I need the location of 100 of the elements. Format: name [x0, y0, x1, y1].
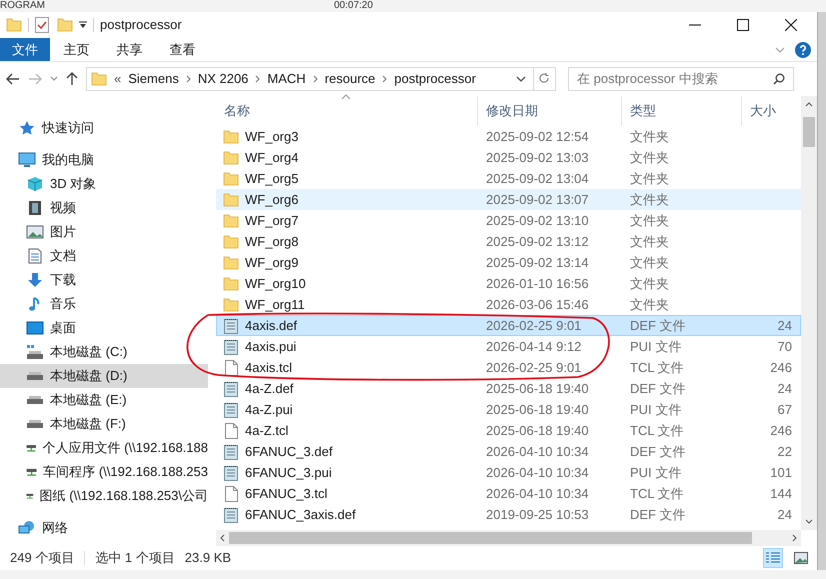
back-arrow-icon[interactable]	[6, 73, 20, 85]
scrollbar-thumb[interactable]	[803, 117, 815, 147]
file-name: WF_org6	[245, 190, 298, 209]
file-size: 101	[769, 464, 793, 482]
modified-date: 2025-09-02 13:14	[485, 254, 590, 272]
sidebar-item[interactable]: 音乐	[0, 292, 208, 316]
sidebar-item[interactable]: 网络	[0, 516, 208, 540]
sidebar-item[interactable]: 个人应用文件 (\\192.168.188	[0, 436, 208, 460]
column-header[interactable]: 大小	[742, 96, 796, 126]
ribbon-tab[interactable]: 查看	[156, 38, 209, 61]
file-type: DEF 文件	[629, 442, 687, 461]
sidebar-item[interactable]: 快速访问	[0, 116, 208, 140]
ribbon-tab[interactable]: 主页	[50, 38, 103, 61]
file-name: 6FANUC_3.pui	[245, 464, 332, 482]
chevron-right-icon[interactable]	[312, 75, 318, 83]
checklist-icon[interactable]	[35, 17, 49, 33]
scroll-right-icon[interactable]	[792, 534, 797, 542]
breadcrumb-link[interactable]: postprocessor	[394, 69, 476, 89]
breadcrumb-link[interactable]: MACH	[267, 69, 306, 89]
sidebar-item[interactable]: 图纸 (\\192.168.188.253\公司	[0, 484, 208, 508]
file-name: 6FANUC_3.tcl	[245, 484, 328, 503]
file-row[interactable]: 6FANUC_3.tcl 2026-04-10 10:34 TCL 文件 144	[216, 483, 801, 504]
sidebar-item[interactable]: 视频	[0, 196, 208, 220]
file-type: PUI 文件	[629, 400, 682, 419]
up-arrow-icon[interactable]	[66, 72, 78, 86]
address-bar[interactable]: « Siemens NX 2206 MACH resource postprocessor	[86, 67, 556, 91]
modified-date: 2026-04-14 9:12	[485, 338, 582, 356]
search-input[interactable]: 在 postprocessor 中搜索	[577, 69, 773, 89]
chevron-right-icon[interactable]	[255, 75, 260, 83]
sidebar-item[interactable]: 本地磁盘 (E:)	[0, 388, 208, 412]
file-name: WF_org7	[245, 212, 298, 230]
breadcrumb-link[interactable]: NX 2206	[198, 69, 248, 89]
file-row[interactable]: 4axis.def 2026-02-25 9:01 DEF 文件 24	[216, 315, 801, 336]
ribbon-tab[interactable]: 共享	[103, 38, 156, 61]
file-row[interactable]: WF_org8 2025-09-02 13:12 文件夹	[216, 231, 801, 252]
file-row[interactable]: 4a-Z.tcl 2025-06-18 19:40 TCL 文件 246	[216, 420, 801, 441]
file-row[interactable]: 6FANUC_3.def 2026-04-10 10:34 DEF 文件 22	[216, 441, 801, 462]
horizontal-scrollbar[interactable]	[216, 530, 801, 546]
file-row[interactable]: 4axis.tcl 2026-02-25 9:01 TCL 文件 246	[216, 357, 801, 378]
details-list-icon	[766, 552, 780, 564]
file-row[interactable]: WF_org9 2025-09-02 13:14 文件夹	[216, 252, 801, 273]
file-row[interactable]: 6FANUC_3.pui 2026-04-10 10:34 PUI 文件 101	[216, 462, 801, 483]
file-name: 4a-Z.def	[245, 380, 294, 398]
sidebar-item[interactable]: 桌面	[0, 316, 208, 340]
help-icon[interactable]	[795, 42, 811, 58]
dropdown-arrow-icon[interactable]	[79, 21, 87, 29]
file-row[interactable]: 6FANUC_3axis.def 2019-09-25 10:53 DEF 文件 24	[216, 504, 801, 525]
breadcrumb-link[interactable]: Siemens	[128, 69, 179, 89]
file-size: 24	[776, 506, 793, 524]
sidebar-item[interactable]: 图片	[0, 220, 208, 244]
column-header[interactable]: 修改日期	[478, 96, 622, 126]
file-row[interactable]: WF_org10 2026-01-10 16:56 文件夹	[216, 273, 801, 294]
file-type: 文件夹	[629, 232, 670, 251]
file-type: TCL 文件	[629, 422, 685, 440]
overflow-chevron[interactable]: «	[114, 69, 122, 89]
sidebar-item[interactable]: 文档	[0, 244, 208, 268]
scrollbar-thumb[interactable]	[229, 532, 752, 544]
sidebar-item[interactable]: 3D 对象	[0, 172, 208, 196]
file-name: WF_org10	[245, 274, 306, 293]
file-size: 67	[776, 400, 793, 419]
status-size: 23.9 KB	[184, 549, 232, 568]
sidebar-item[interactable]: 车间程序 (\\192.168.188.253	[0, 460, 208, 484]
sidebar-item[interactable]: 本地磁盘 (F:)	[0, 412, 208, 436]
file-name: WF_org4	[245, 148, 298, 167]
file-row[interactable]: WF_org5 2025-09-02 13:04 文件夹	[216, 168, 801, 189]
chevron-down-icon[interactable]	[516, 76, 526, 82]
file-row[interactable]: 4a-Z.pui 2025-06-18 19:40 PUI 文件 67	[216, 399, 801, 420]
scroll-down-icon[interactable]	[805, 519, 813, 524]
column-header[interactable]: 类型	[622, 96, 742, 126]
scroll-left-icon[interactable]	[220, 534, 225, 542]
chevron-down-icon[interactable]	[50, 76, 58, 82]
close-icon[interactable]	[785, 19, 797, 31]
vertical-scrollbar[interactable]	[801, 96, 817, 530]
scroll-up-icon[interactable]	[805, 102, 813, 107]
chevron-right-icon[interactable]	[186, 75, 191, 83]
sidebar-item[interactable]: 我的电脑	[0, 148, 208, 172]
column-header[interactable]: 名称	[216, 96, 478, 126]
sidebar-item[interactable]: 本地磁盘 (C:)	[0, 340, 208, 364]
file-type: DEF 文件	[629, 316, 687, 335]
file-row[interactable]: WF_org6 2025-09-02 13:07 文件夹	[216, 189, 801, 210]
modified-date: 2026-02-25 9:01	[485, 358, 582, 377]
modified-date: 2025-09-02 13:04	[485, 170, 590, 188]
file-row[interactable]: WF_org11 2026-03-06 15:46 文件夹	[216, 294, 801, 315]
file-row[interactable]: WF_org7 2025-09-02 13:10 文件夹	[216, 210, 801, 231]
chevron-right-icon[interactable]	[382, 75, 388, 83]
sidebar-item[interactable]: 本地磁盘 (D:)	[0, 364, 208, 388]
file-row[interactable]: 4axis.pui 2026-04-14 9:12 PUI 文件 70	[216, 336, 801, 357]
modified-date: 2025-09-02 13:07	[485, 190, 590, 209]
file-type: 文件夹	[629, 212, 670, 230]
breadcrumb-link[interactable]: resource	[324, 69, 376, 89]
file-name: 4axis.def	[245, 316, 298, 335]
file-row[interactable]: WF_org4 2025-09-02 13:03 文件夹	[216, 147, 801, 168]
details-view-button[interactable]	[763, 548, 783, 568]
ribbon-tab[interactable]: 文件	[0, 38, 50, 61]
maximize-icon[interactable]	[737, 19, 749, 31]
search-field[interactable]: 在 postprocessor 中搜索	[568, 67, 794, 91]
file-row[interactable]: 4a-Z.def 2025-06-18 19:40 DEF 文件 24	[216, 378, 801, 399]
sidebar-item[interactable]: 下载	[0, 268, 208, 292]
file-name: 4axis.pui	[245, 338, 296, 356]
file-row[interactable]: WF_org3 2025-09-02 12:54 文件夹	[216, 126, 801, 147]
